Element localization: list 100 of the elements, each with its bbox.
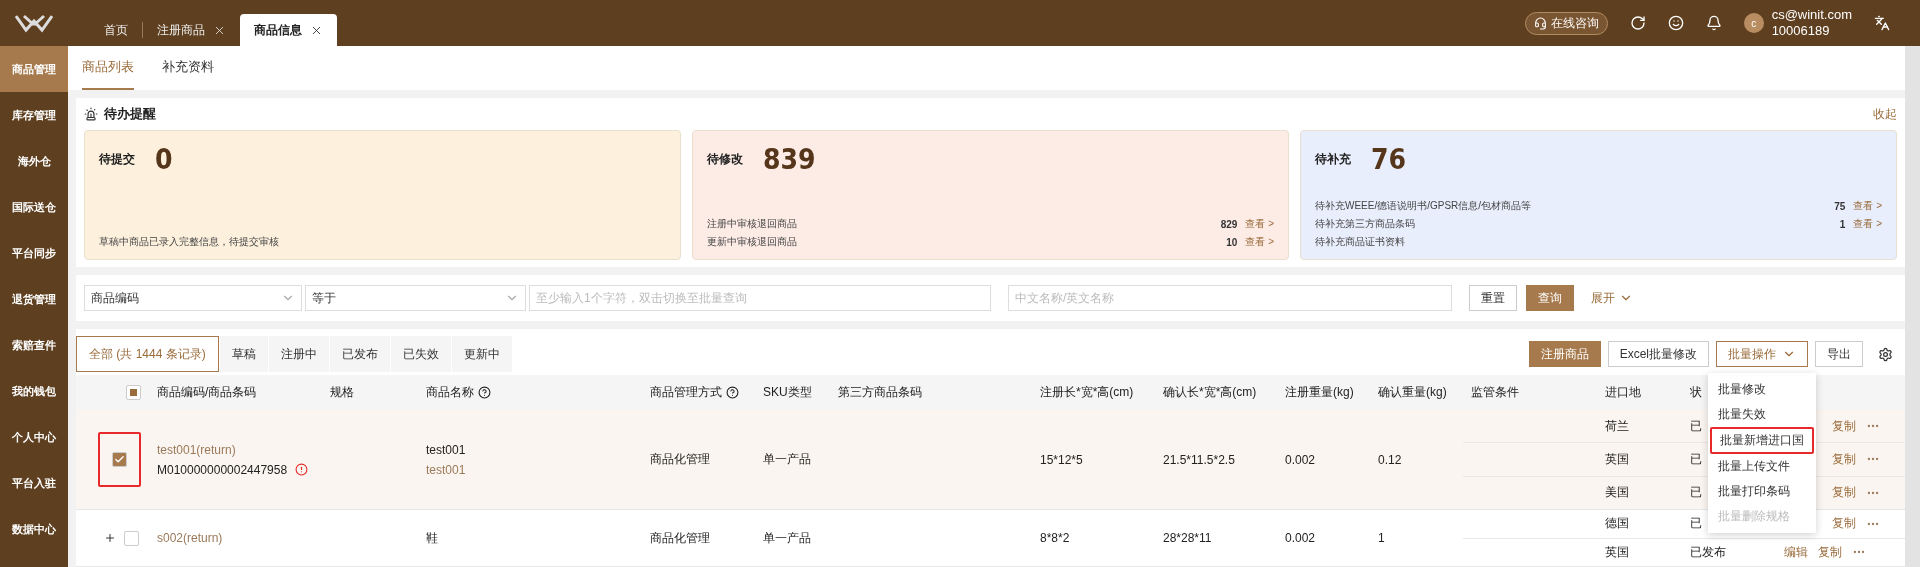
action-link[interactable]: 复制	[1832, 451, 1856, 468]
status-cell: 已	[1690, 515, 1702, 533]
translate-icon[interactable]	[1874, 15, 1890, 31]
table-cell-text: 8*8*2	[1040, 531, 1071, 545]
expand-icon[interactable]	[104, 532, 116, 544]
sidebar-item[interactable]: 索赔查件	[0, 322, 68, 368]
checkbox[interactable]	[124, 530, 139, 546]
reset-button[interactable]: 重置	[1469, 285, 1517, 311]
sidebar-item[interactable]: 数据中心	[0, 506, 68, 552]
sidebar-item[interactable]: 退货管理	[0, 276, 68, 322]
sidebar-item[interactable]: 库存管理	[0, 92, 68, 138]
card-count: 0	[155, 143, 173, 176]
settings-icon[interactable]	[1878, 346, 1893, 362]
column-header: 注册长*宽*高(cm)	[1040, 384, 1134, 401]
reminder-text: 待补充WEEE/德语说明书/GPSR信息/包材商品等	[1315, 199, 1532, 213]
code-input[interactable]: 至少输入1个字符，双击切换至批量查询	[529, 285, 991, 311]
action-link[interactable]: 复制	[1832, 484, 1856, 502]
reminder-count: 1	[1839, 218, 1846, 230]
column-header: 监管条件	[1471, 384, 1519, 401]
reminder-text: 草稿中商品已录入完整信息，待提交审核	[99, 235, 279, 249]
table-cell-text: 0.002	[1285, 452, 1317, 467]
operator-select[interactable]: 等于	[305, 285, 526, 311]
menu-item[interactable]: 批量修改	[1708, 377, 1816, 402]
status-tab[interactable]: 全部 (共 1444 条记录)	[76, 336, 219, 372]
card-title: 待提交	[99, 151, 135, 168]
action-link[interactable]: 复制	[1832, 515, 1856, 533]
card-title: 待修改	[707, 151, 743, 168]
page-tab[interactable]: 商品信息	[240, 14, 337, 46]
menu-item[interactable]: 批量新增进口国	[1710, 427, 1814, 454]
checkbox[interactable]	[112, 452, 127, 467]
search-button[interactable]: 查询	[1526, 285, 1574, 311]
help-icon[interactable]	[726, 386, 739, 399]
view-link[interactable]: 查看 >	[1245, 217, 1274, 231]
page-tab[interactable]: 注册商品	[143, 14, 240, 46]
country-cell: 德国	[1605, 515, 1629, 533]
export-button[interactable]: 导出	[1815, 341, 1863, 367]
sub-tab[interactable]: 补充资料	[162, 46, 214, 90]
bell-icon[interactable]	[1705, 15, 1722, 31]
reminder-count: 10	[1226, 236, 1238, 248]
sidebar-item[interactable]: 海外仓	[0, 138, 68, 184]
status-tab[interactable]: 注册中	[268, 336, 329, 372]
product-code[interactable]: test001(return)	[157, 442, 322, 457]
action-link[interactable]: 编辑	[1784, 543, 1808, 561]
name-input[interactable]: 中文名称/英文名称	[1008, 285, 1452, 311]
field-select[interactable]: 商品编码	[84, 285, 302, 311]
table-cell-text: 商品化管理	[650, 529, 711, 547]
product-name: 鞋	[426, 529, 439, 547]
status-tab[interactable]: 已发布	[329, 336, 390, 372]
sidebar-item[interactable]: 国际送仓	[0, 184, 68, 230]
table-cell-text: 商品化管理	[650, 451, 711, 468]
product-name: test001	[426, 442, 467, 457]
reminder-text: 待补充第三方商品条码	[1315, 217, 1415, 231]
register-button[interactable]: 注册商品	[1528, 341, 1601, 367]
status-tab[interactable]: 更新中	[451, 336, 512, 372]
excel-edit-button[interactable]: Excel批量修改	[1607, 341, 1709, 367]
reminder-count: 75	[1834, 200, 1846, 212]
panel-title: 待办提醒	[104, 105, 156, 123]
product-barcode: M010000000002447958	[157, 462, 288, 477]
batch-button[interactable]: 批量操作	[1716, 341, 1808, 367]
view-link[interactable]: 查看 >	[1245, 235, 1274, 249]
expand-link[interactable]: 展开	[1591, 289, 1633, 307]
status-tab[interactable]: 已失效	[390, 336, 451, 372]
page-tab[interactable]: 首页	[90, 14, 142, 46]
sidebar-item[interactable]: 个人中心	[0, 414, 68, 460]
sidebar-item[interactable]: 商品管理	[0, 46, 68, 92]
country-cell: 英国	[1605, 451, 1629, 468]
consult-button[interactable]: 在线咨询	[1524, 11, 1608, 35]
product-code[interactable]: s002(return)	[157, 531, 322, 545]
menu-item[interactable]: 批量上传文件	[1708, 454, 1816, 479]
help-icon[interactable]	[478, 386, 491, 399]
sidebar-item[interactable]: 平台入驻	[0, 460, 68, 506]
sidebar-item[interactable]: 平台同步	[0, 230, 68, 276]
refresh-icon[interactable]	[1629, 15, 1646, 31]
reminder-text: 注册中审核退回商品	[707, 217, 797, 231]
table-cell-text: 单一产品	[763, 529, 812, 547]
table-cell-text: 1	[1378, 531, 1386, 545]
warning-icon	[295, 463, 309, 476]
column-header: 状	[1690, 384, 1702, 401]
column-header: 商品编码/商品条码	[157, 384, 257, 401]
collapse-link[interactable]: 收起	[1873, 105, 1897, 123]
action-link[interactable]: 复制	[1832, 417, 1856, 435]
country-cell: 荷兰	[1605, 417, 1629, 435]
reminder-count: 829	[1220, 218, 1238, 230]
card-count: 76	[1371, 143, 1407, 176]
status-tab[interactable]: 草稿	[219, 336, 268, 372]
table-cell-text: 28*28*11	[1163, 531, 1213, 545]
action-link[interactable]: 复制	[1818, 543, 1842, 561]
menu-item[interactable]: 批量打印条码	[1708, 479, 1816, 504]
product-name-en: test001	[426, 462, 467, 477]
smile-icon[interactable]	[1667, 15, 1684, 31]
scrollbar[interactable]	[1905, 46, 1920, 567]
view-link[interactable]: 查看 >	[1853, 217, 1882, 231]
column-header: 商品管理方式	[650, 384, 722, 401]
sidebar-item[interactable]: 我的钱包	[0, 368, 68, 414]
reminder-text: 待补充商品证书资料	[1315, 235, 1405, 249]
sub-tab[interactable]: 商品列表	[82, 46, 134, 90]
view-link[interactable]: 查看 >	[1853, 199, 1882, 213]
column-header: SKU类型	[763, 384, 812, 401]
checkbox[interactable]	[126, 385, 141, 400]
status-cell: 已	[1690, 417, 1702, 435]
